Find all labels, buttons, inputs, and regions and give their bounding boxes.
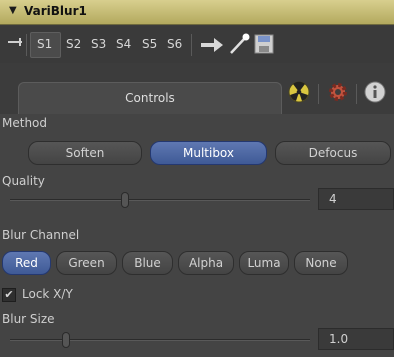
lock-xy-label: Lock X/Y (22, 287, 73, 301)
channel-alpha-button[interactable]: Alpha (178, 251, 234, 275)
pin-head-icon (19, 38, 21, 46)
tab-controls-label: Controls (125, 91, 175, 105)
save-icon[interactable] (254, 34, 274, 54)
quality-value-field[interactable]: 4 (318, 188, 394, 210)
arrow-right-icon[interactable] (201, 35, 225, 55)
method-multibox-button[interactable]: Multibox (150, 141, 267, 165)
slot-s3-button[interactable]: S3 (91, 37, 106, 51)
slot-s4-button[interactable]: S4 (116, 37, 131, 51)
quality-slider-handle[interactable] (121, 192, 129, 208)
channel-blue-button[interactable]: Blue (122, 251, 173, 275)
channel-none-button[interactable]: None (294, 251, 348, 275)
method-defocus-button[interactable]: Defocus (275, 141, 391, 165)
lock-xy-checkbox[interactable]: ✔ (2, 288, 16, 302)
tool-title: VariBlur1 (24, 4, 87, 18)
quality-label: Quality (2, 174, 45, 188)
slot-s6-button[interactable]: S6 (167, 37, 182, 51)
tab-separator (356, 84, 357, 104)
collapse-triangle-icon[interactable]: ▼ (9, 5, 17, 16)
radioactive-icon[interactable] (287, 80, 311, 104)
channel-luma-button[interactable]: Luma (239, 251, 289, 275)
tab-controls[interactable]: Controls (18, 82, 282, 114)
blur-size-slider-track[interactable] (10, 339, 310, 341)
method-label: Method (2, 116, 48, 130)
slot-s5-button[interactable]: S5 (142, 37, 157, 51)
gear-icon[interactable] (326, 80, 350, 104)
eyedropper-icon[interactable] (228, 32, 250, 56)
info-icon[interactable] (363, 80, 387, 104)
method-soften-button[interactable]: Soften (28, 141, 142, 165)
blur-channel-label: Blur Channel (2, 228, 80, 242)
toolbar-separator (191, 34, 192, 56)
tool-toolbar: S1 S2 S3 S4 S5 S6 (0, 26, 394, 63)
slot-s1-button[interactable]: S1 (37, 37, 52, 51)
blur-size-value-field[interactable]: 1.0 (318, 328, 394, 350)
quality-slider-track[interactable] (10, 199, 310, 201)
checkmark-icon: ✔ (4, 288, 14, 301)
toolbar-separator (26, 34, 27, 56)
channel-green-button[interactable]: Green (56, 251, 117, 275)
blur-size-slider-handle[interactable] (62, 332, 70, 348)
tab-separator (318, 84, 319, 104)
controls-panel: Method Soften Multibox Defocus Quality 4… (0, 114, 394, 357)
tool-tabs: Controls (0, 64, 394, 114)
channel-red-button[interactable]: Red (2, 251, 51, 275)
tool-header[interactable]: ▼ VariBlur1 (0, 0, 394, 25)
slot-s2-button[interactable]: S2 (66, 37, 81, 51)
blur-size-label: Blur Size (2, 312, 55, 326)
